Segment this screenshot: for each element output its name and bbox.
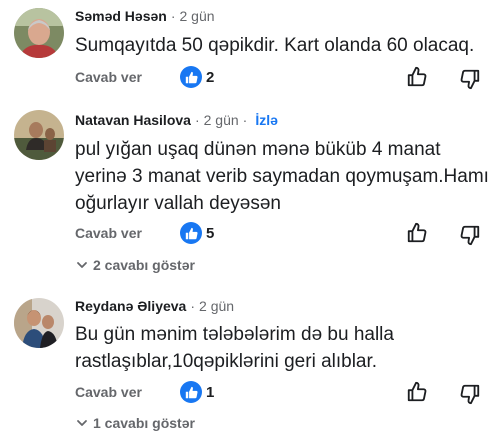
comment-item: Natavan Hasilova · 2 gün · İzlə pul yığan uş…: [0, 104, 500, 284]
author-name[interactable]: Natavan Hasilova: [75, 112, 191, 128]
like-summary[interactable]: 5: [180, 222, 214, 244]
reply-button[interactable]: Cavab ver: [75, 383, 142, 401]
separator-dot: ·: [190, 298, 196, 314]
thumbs-down-outline-icon[interactable]: [459, 383, 481, 405]
comment-text: Sumqayıtda 50 qəpikdir. Kart olanda 60 o…: [75, 35, 475, 56]
like-summary[interactable]: 1: [180, 381, 214, 403]
comment-item: Səməd Həsən · 2 gün Sumqayıtda 50 qəpikdir…: [0, 0, 500, 96]
show-replies-button[interactable]: 2 cavabı göstər: [75, 256, 195, 274]
thumbs-up-icon: [180, 66, 202, 88]
avatar[interactable]: [14, 110, 64, 160]
like-count: 1: [206, 383, 215, 401]
separator-dot: ·: [170, 8, 176, 24]
follow-button[interactable]: İzlə: [255, 112, 278, 128]
thumbs-up-icon: [180, 222, 202, 244]
show-replies-button[interactable]: 1 cavabı göstər: [75, 414, 195, 432]
timestamp[interactable]: 2 gün: [204, 112, 239, 128]
author-name[interactable]: Səməd Həsən: [75, 8, 167, 24]
thumbs-down-outline-icon[interactable]: [459, 224, 481, 246]
thumbs-down-outline-icon[interactable]: [459, 68, 481, 90]
comment-item: Reydanə Əliyeva · 2 gün Bu gün mənim tələb…: [0, 290, 500, 438]
like-count: 2: [206, 68, 215, 86]
author-name[interactable]: Reydanə Əliyeva: [75, 298, 186, 314]
timestamp[interactable]: 2 gün: [199, 298, 234, 314]
timestamp[interactable]: 2 gün: [180, 8, 215, 24]
thumbs-up-outline-icon[interactable]: [406, 66, 428, 88]
separator-dot: ·: [194, 112, 200, 128]
comment-header: Natavan Hasilova · 2 gün · İzlə: [75, 111, 278, 129]
thumbs-up-outline-icon[interactable]: [406, 381, 428, 403]
show-replies-label: 1 cavabı göstər: [93, 415, 195, 431]
avatar[interactable]: [14, 8, 64, 58]
separator-dot: ·: [242, 112, 248, 128]
thumbs-up-icon: [180, 381, 202, 403]
show-replies-label: 2 cavabı göstər: [93, 257, 195, 273]
avatar[interactable]: [14, 298, 64, 348]
comment-text: Bu gün mənim tələbələrim də bu halla ras…: [75, 324, 394, 372]
reply-button[interactable]: Cavab ver: [75, 68, 142, 86]
like-summary[interactable]: 2: [180, 66, 214, 88]
thumbs-up-outline-icon[interactable]: [406, 222, 428, 244]
chevron-down-icon: [77, 262, 87, 268]
like-count: 5: [206, 224, 215, 242]
comment-text: pul yığan uşaq dünən mənə büküb 4 manat …: [75, 139, 489, 214]
reply-button[interactable]: Cavab ver: [75, 224, 142, 242]
chevron-down-icon: [77, 420, 87, 426]
comment-header: Səməd Həsən · 2 gün: [75, 7, 215, 25]
comment-header: Reydanə Əliyeva · 2 gün: [75, 297, 234, 315]
